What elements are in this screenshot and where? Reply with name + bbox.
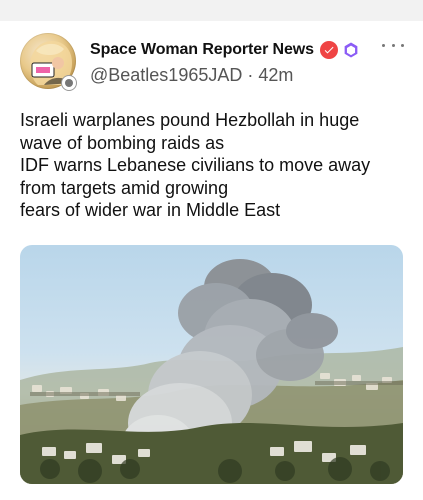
hexagon-badge-icon[interactable] bbox=[342, 41, 360, 59]
post-body-text: Israeli warplanes pound Hezbollah in hug… bbox=[20, 110, 371, 220]
post-image[interactable] bbox=[20, 245, 403, 484]
author-handle[interactable]: @Beatles1965JAD bbox=[90, 65, 242, 85]
author-display-name[interactable]: Space Woman Reporter News bbox=[90, 41, 314, 59]
time-ago[interactable]: 42m bbox=[258, 65, 293, 85]
separator-dot: · bbox=[247, 65, 254, 85]
post-card[interactable]: Space Woman Reporter News @Beatles1965JA… bbox=[0, 21, 423, 500]
post-header: Space Woman Reporter News bbox=[90, 39, 360, 61]
avatar-badge-icon bbox=[61, 75, 77, 91]
author-meta: @Beatles1965JAD · 42m bbox=[90, 65, 293, 86]
top-divider bbox=[0, 0, 423, 21]
more-options-icon[interactable] bbox=[382, 37, 404, 53]
verified-check-icon[interactable] bbox=[319, 41, 338, 59]
